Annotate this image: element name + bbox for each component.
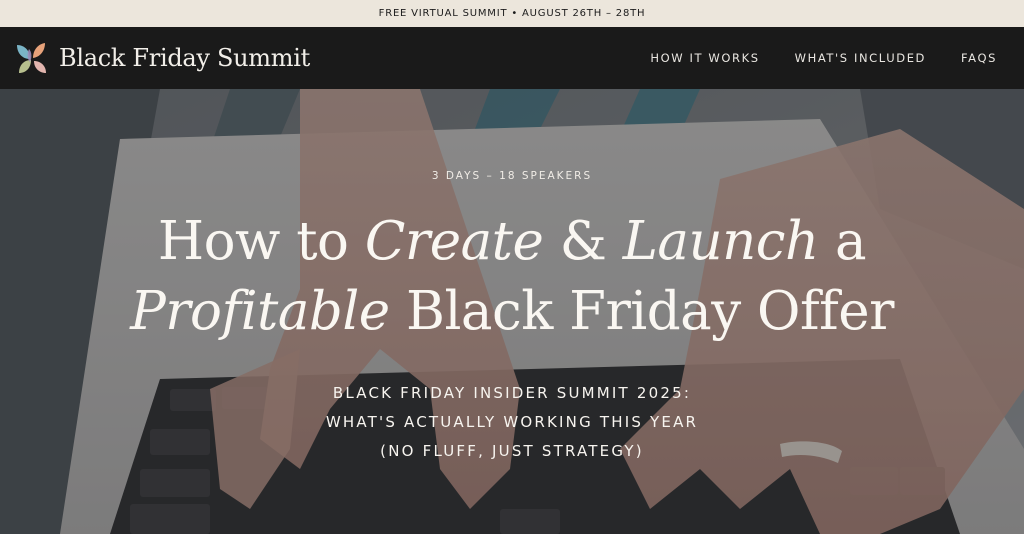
nav-how-it-works[interactable]: HOW IT WORKS	[650, 51, 759, 65]
headline-part: How to	[157, 211, 365, 272]
nav-whats-included[interactable]: WHAT'S INCLUDED	[795, 51, 926, 65]
hero-eyebrow: 3 DAYS – 18 SPEAKERS	[431, 170, 593, 182]
headline-emphasis: Profitable	[130, 281, 390, 342]
headline-emphasis: Create	[364, 211, 544, 272]
nav-faqs[interactable]: FAQS	[961, 51, 997, 65]
headline-part: a	[818, 211, 867, 272]
headline-part: Black Friday Offer	[389, 281, 894, 342]
hero-section: 3 DAYS – 18 SPEAKERS How to Create & Lau…	[0, 89, 1024, 534]
hero-content: 3 DAYS – 18 SPEAKERS How to Create & Lau…	[0, 89, 1024, 534]
announcement-text: FREE VIRTUAL SUMMIT • AUGUST 26TH – 28TH	[378, 8, 646, 19]
leaf-petals-logo-icon	[13, 39, 51, 77]
site-header: Black Friday Summit HOW IT WORKS WHAT'S …	[0, 27, 1024, 89]
brand-name: Black Friday Summit	[59, 44, 310, 72]
hero-subhead: BLACK FRIDAY INSIDER SUMMIT 2025: WHAT'S…	[325, 384, 699, 460]
headline-emphasis: Launch	[622, 211, 819, 272]
headline-part: &	[543, 211, 623, 272]
hero-headline: How to Create & Launch a Profitable Black…	[0, 207, 1024, 347]
announcement-bar: FREE VIRTUAL SUMMIT • AUGUST 26TH – 28TH	[0, 0, 1024, 27]
brand-link[interactable]: Black Friday Summit	[13, 27, 310, 89]
main-nav: HOW IT WORKS WHAT'S INCLUDED FAQS	[615, 51, 997, 65]
